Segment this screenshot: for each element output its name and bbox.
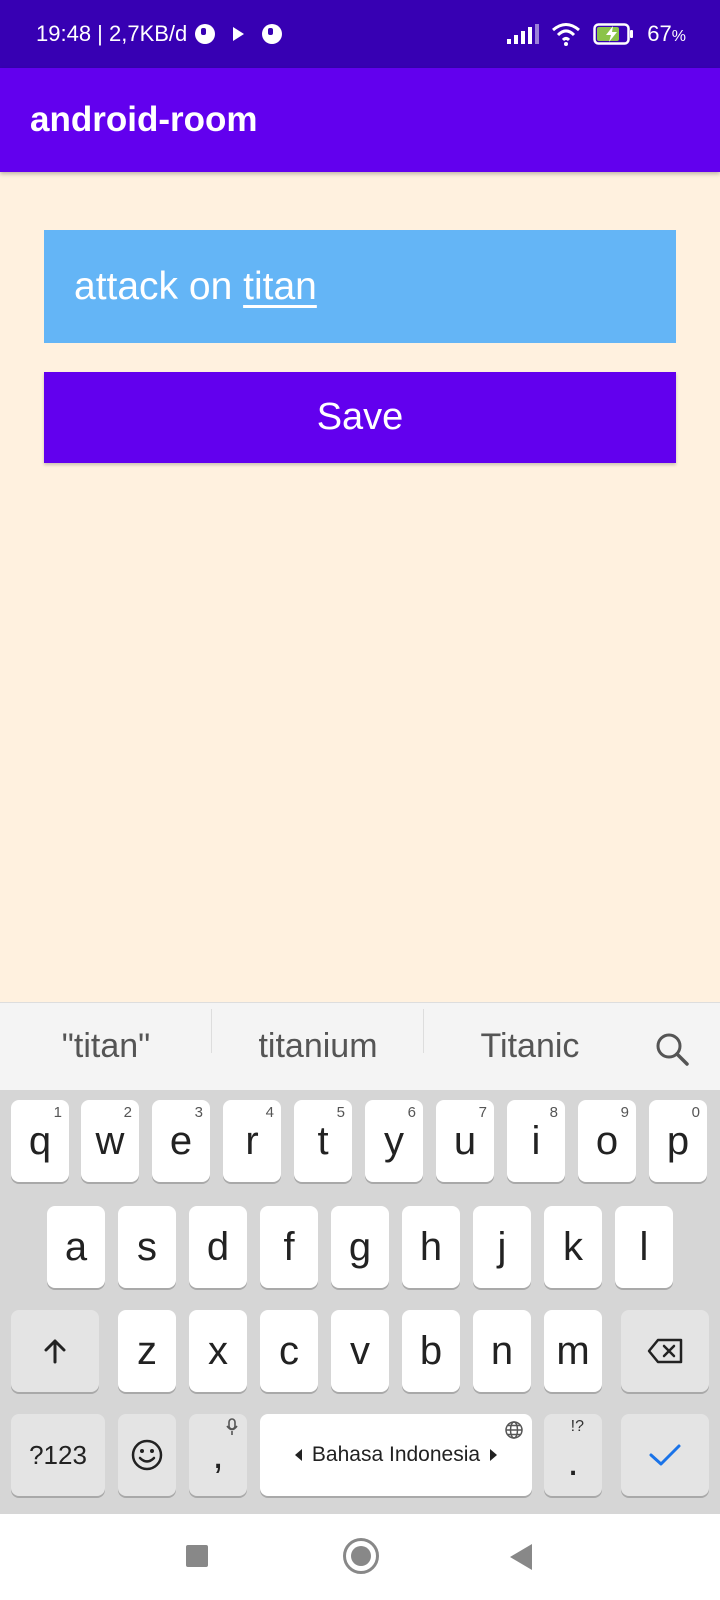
key-l[interactable]: l <box>615 1206 673 1288</box>
key-f[interactable]: f <box>260 1206 318 1288</box>
title-input[interactable]: attack on titan <box>44 230 676 343</box>
key-s[interactable]: s <box>118 1206 176 1288</box>
language-left-icon <box>294 1449 302 1461</box>
globe-icon <box>505 1421 523 1439</box>
key-label: i <box>531 1118 541 1163</box>
key-hint: 7 <box>478 1104 487 1121</box>
key-i[interactable]: 8i <box>507 1100 565 1182</box>
recent-apps-icon[interactable] <box>186 1545 208 1567</box>
language-right-icon <box>490 1449 498 1461</box>
period-label: . <box>567 1439 579 1484</box>
microphone-icon <box>226 1418 238 1435</box>
key-n[interactable]: n <box>473 1310 531 1392</box>
language-name: Bahasa Indonesia <box>311 1443 481 1466</box>
key-m[interactable]: m <box>544 1310 602 1392</box>
space-key[interactable]: Bahasa Indonesia <box>260 1414 532 1496</box>
key-c[interactable]: c <box>260 1310 318 1392</box>
key-d[interactable]: d <box>189 1206 247 1288</box>
notification-app-icon <box>195 24 216 44</box>
suggestion-strip: "titan" titanium Titanic <box>0 1002 720 1090</box>
period-key[interactable]: !? . <box>544 1414 602 1496</box>
navigation-bar <box>0 1514 720 1600</box>
key-label: w <box>95 1118 125 1163</box>
signal-icon <box>507 24 540 44</box>
status-bar: 19:48 | 2,7KB/d 67% <box>0 0 720 68</box>
key-hint: 4 <box>265 1104 274 1121</box>
key-e[interactable]: 3e <box>152 1100 210 1182</box>
key-label: y <box>384 1118 404 1163</box>
key-z[interactable]: z <box>118 1310 176 1392</box>
key-q[interactable]: 1q <box>11 1100 69 1182</box>
key-label: t <box>317 1118 329 1163</box>
battery-percent: 67% <box>647 21 686 47</box>
key-label: e <box>169 1118 193 1163</box>
suggestion-3[interactable]: Titanic <box>424 1027 636 1066</box>
key-hint: 2 <box>123 1104 132 1121</box>
status-right: 67% <box>507 0 686 68</box>
back-icon[interactable] <box>510 1544 532 1570</box>
status-left: 19:48 | 2,7KB/d <box>36 0 283 68</box>
key-y[interactable]: 6y <box>365 1100 423 1182</box>
backspace-key[interactable] <box>621 1310 709 1392</box>
arrow-up-icon <box>44 1339 66 1364</box>
key-p[interactable]: 0p <box>649 1100 707 1182</box>
battery-value: 67 <box>647 21 672 46</box>
key-t[interactable]: 5t <box>294 1100 352 1182</box>
comma-key[interactable]: , <box>189 1414 247 1496</box>
key-b[interactable]: b <box>402 1310 460 1392</box>
key-label: q <box>28 1118 52 1163</box>
checkmark-icon <box>649 1444 681 1466</box>
shift-key[interactable] <box>11 1310 99 1392</box>
key-r[interactable]: 4r <box>223 1100 281 1182</box>
search-icon[interactable] <box>654 1031 690 1067</box>
input-text-composing: titan <box>243 264 317 308</box>
key-hint: 1 <box>53 1104 62 1121</box>
key-label: o <box>595 1118 619 1163</box>
key-o[interactable]: 9o <box>578 1100 636 1182</box>
battery-unit: % <box>671 28 686 45</box>
key-label: r <box>245 1118 259 1163</box>
key-x[interactable]: x <box>189 1310 247 1392</box>
key-label: p <box>666 1118 690 1163</box>
suggestion-1[interactable]: "titan" <box>0 1009 212 1066</box>
period-hint: !? <box>570 1418 584 1435</box>
wifi-icon <box>552 23 581 46</box>
input-text: attack on titan <box>74 265 317 309</box>
key-k[interactable]: k <box>544 1206 602 1288</box>
home-icon[interactable] <box>343 1538 379 1574</box>
space-language-label: Bahasa Indonesia <box>294 1443 498 1467</box>
key-u[interactable]: 7u <box>436 1100 494 1182</box>
play-notification-icon <box>233 27 245 41</box>
key-hint: 6 <box>407 1104 416 1121</box>
input-text-prefix: attack on <box>74 264 244 308</box>
keyboard: 1q 2w 3e 4r 5t 6y 7u 8i 9o 0p a s d f g … <box>0 1090 720 1514</box>
key-w[interactable]: 2w <box>81 1100 139 1182</box>
symbols-key[interactable]: ?123 <box>11 1414 105 1496</box>
done-key[interactable] <box>621 1414 709 1496</box>
battery-charging-icon <box>593 23 634 45</box>
key-label: u <box>453 1118 477 1163</box>
key-hint: 0 <box>691 1104 700 1121</box>
key-a[interactable]: a <box>47 1206 105 1288</box>
key-hint: 3 <box>194 1104 203 1121</box>
app-bar: android-room <box>0 68 720 172</box>
app-title: android-room <box>30 100 258 139</box>
notification-app-icon-2 <box>262 24 283 44</box>
key-hint: 5 <box>336 1104 345 1121</box>
key-h[interactable]: h <box>402 1206 460 1288</box>
key-j[interactable]: j <box>473 1206 531 1288</box>
smiley-icon <box>131 1439 163 1471</box>
key-v[interactable]: v <box>331 1310 389 1392</box>
emoji-key[interactable] <box>118 1414 176 1496</box>
backspace-icon <box>647 1338 683 1364</box>
key-hint: 8 <box>549 1104 558 1121</box>
status-time: 19:48 | 2,7KB/d <box>36 21 188 46</box>
suggestion-2[interactable]: titanium <box>212 1009 424 1066</box>
save-button[interactable]: Save <box>44 372 676 463</box>
key-hint: 9 <box>620 1104 629 1121</box>
key-g[interactable]: g <box>331 1206 389 1288</box>
comma-label: , <box>212 1432 224 1477</box>
